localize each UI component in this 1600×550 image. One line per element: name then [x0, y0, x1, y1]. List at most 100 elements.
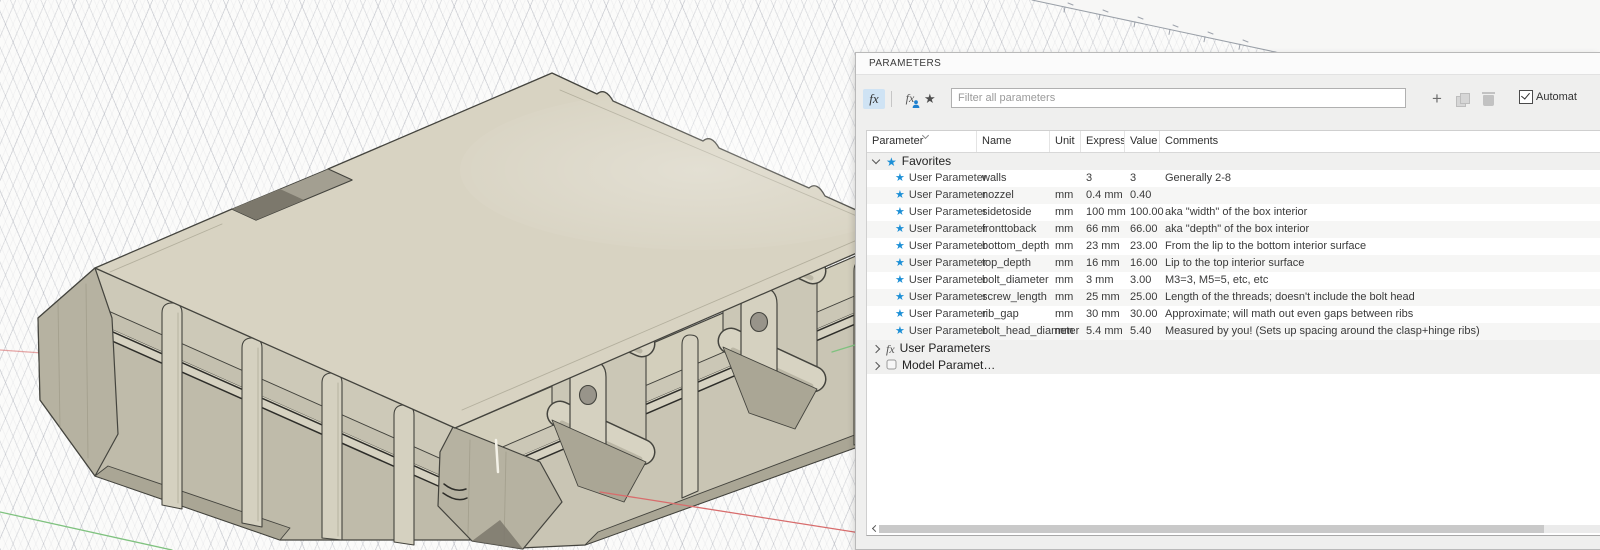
expression-cell[interactable]: 0.4 mm: [1081, 187, 1125, 204]
favorite-star-icon[interactable]: ★: [895, 170, 905, 187]
name-cell[interactable]: screw_length: [977, 289, 1050, 306]
value-cell: 23.00: [1125, 238, 1160, 255]
favorite-star-icon[interactable]: ★: [895, 204, 905, 221]
unit-cell: [1050, 170, 1081, 187]
param-row-fronttoback[interactable]: ★User Parameterfronttobackmm66 mm66.00ak…: [867, 221, 1600, 238]
expression-cell[interactable]: 5.4 mm: [1081, 323, 1125, 340]
column-header-name[interactable]: Name: [977, 131, 1050, 152]
column-header-value[interactable]: Value: [1125, 131, 1160, 152]
comments-cell[interactable]: Lip to the top interior surface: [1160, 255, 1600, 272]
toolbar-divider: [891, 91, 892, 107]
comments-cell[interactable]: Length of the threads; doesn't include t…: [1160, 289, 1600, 306]
scroll-left-arrow-icon[interactable]: [869, 524, 879, 533]
param-row-rib_gap[interactable]: ★User Parameterrib_gapmm30 mm30.00Approx…: [867, 306, 1600, 323]
panel-toolbar: fx fx ★ + Automat: [856, 86, 1600, 114]
comments-cell[interactable]: From the lip to the bottom interior surf…: [1160, 238, 1600, 255]
case-rib: [394, 405, 414, 545]
all-parameters-fx-button[interactable]: fx: [863, 89, 885, 109]
column-header-expression[interactable]: Expressio: [1081, 131, 1125, 152]
automatic-recompute-group: Automat: [1519, 90, 1577, 104]
favorites-filter-star-icon[interactable]: ★: [924, 89, 936, 109]
group-row-user-parameters[interactable]: fxUser Parameters: [867, 340, 1600, 357]
expression-cell[interactable]: 3 mm: [1081, 272, 1125, 289]
add-parameter-button[interactable]: +: [1432, 86, 1442, 112]
comments-cell[interactable]: Generally 2-8: [1160, 170, 1600, 187]
parameter-type-label: User Parameter: [909, 272, 987, 289]
column-header-unit[interactable]: Unit: [1050, 131, 1081, 152]
parameter-cell: ★User Parameter: [867, 204, 977, 221]
expression-cell[interactable]: 25 mm: [1081, 289, 1125, 306]
expression-cell[interactable]: 30 mm: [1081, 306, 1125, 323]
panel-title: PARAMETERS: [869, 58, 941, 69]
param-row-screw_length[interactable]: ★User Parameterscrew_lengthmm25 mm25.00L…: [867, 289, 1600, 306]
favorite-star-icon[interactable]: ★: [895, 238, 905, 255]
parameters-panel: PARAMETERS fx fx ★ + Automat Parameter N…: [855, 52, 1600, 550]
user-person-icon: [912, 100, 920, 108]
param-row-walls[interactable]: ★User Parameterwalls33Generally 2-8: [867, 170, 1600, 187]
user-parameter-fx-button[interactable]: fx: [899, 89, 921, 109]
comments-cell[interactable]: aka "depth" of the box interior: [1160, 221, 1600, 238]
param-row-sidetoside[interactable]: ★User Parametersidetosidemm100 mm100.00a…: [867, 204, 1600, 221]
name-cell[interactable]: top_depth: [977, 255, 1050, 272]
value-cell: 16.00: [1125, 255, 1160, 272]
expression-cell[interactable]: 16 mm: [1081, 255, 1125, 272]
name-cell[interactable]: bottom_depth: [977, 238, 1050, 255]
model-rugged-case[interactable]: [38, 73, 940, 549]
name-cell[interactable]: nozzel: [977, 187, 1050, 204]
comments-cell[interactable]: M3=3, M5=5, etc, etc: [1160, 272, 1600, 289]
copy-parameter-icon[interactable]: [1456, 93, 1470, 106]
panel-titlebar[interactable]: PARAMETERS: [856, 53, 1600, 75]
column-header-comments[interactable]: Comments: [1160, 131, 1600, 152]
filter-parameters-input[interactable]: [951, 88, 1406, 108]
parameter-type-label: User Parameter: [909, 306, 987, 323]
automatic-checkbox[interactable]: [1519, 90, 1533, 104]
chevron-right-icon[interactable]: [872, 361, 880, 369]
param-row-nozzel[interactable]: ★User Parameternozzelmm0.4 mm0.40: [867, 187, 1600, 204]
group-row-favorites[interactable]: ★Favorites: [867, 153, 1600, 170]
expression-cell[interactable]: 66 mm: [1081, 221, 1125, 238]
comments-cell[interactable]: Measured by you! (Sets up spacing around…: [1160, 323, 1600, 340]
param-row-bolt_head_diameter[interactable]: ★User Parameterbolt_head_diametermm5.4 m…: [867, 323, 1600, 340]
chevron-down-icon[interactable]: [872, 156, 880, 164]
model-cube-icon: [886, 359, 897, 372]
favorite-star-icon[interactable]: ★: [895, 187, 905, 204]
chevron-right-icon[interactable]: [872, 344, 880, 352]
scrollbar-track[interactable]: [1544, 525, 1600, 533]
param-row-top_depth[interactable]: ★User Parametertop_depthmm16 mm16.00Lip …: [867, 255, 1600, 272]
delete-parameter-icon[interactable]: [1483, 92, 1494, 106]
expression-cell[interactable]: 23 mm: [1081, 238, 1125, 255]
case-rib: [162, 303, 182, 509]
parameter-cell: ★User Parameter: [867, 187, 977, 204]
parameter-cell: ★User Parameter: [867, 323, 977, 340]
value-cell: 3: [1125, 170, 1160, 187]
name-cell[interactable]: bolt_diameter: [977, 272, 1050, 289]
parameter-cell: ★User Parameter: [867, 238, 977, 255]
unit-cell: mm: [1050, 204, 1081, 221]
name-cell[interactable]: fronttoback: [977, 221, 1050, 238]
favorite-star-icon[interactable]: ★: [895, 306, 905, 323]
comments-cell[interactable]: [1160, 187, 1600, 204]
horizontal-scrollbar[interactable]: [869, 524, 1600, 533]
expression-cell[interactable]: 3: [1081, 170, 1125, 187]
expression-cell[interactable]: 100 mm: [1081, 204, 1125, 221]
favorite-star-icon[interactable]: ★: [895, 323, 905, 340]
case-west-bumper: [38, 268, 118, 476]
automatic-checkbox-label: Automat: [1536, 91, 1577, 103]
comments-cell[interactable]: Approximate; will math out even gaps bet…: [1160, 306, 1600, 323]
comments-cell[interactable]: aka "width" of the box interior: [1160, 204, 1600, 221]
name-cell[interactable]: rib_gap: [977, 306, 1050, 323]
param-row-bolt_diameter[interactable]: ★User Parameterbolt_diametermm3 mm3.00M3…: [867, 272, 1600, 289]
unit-cell: mm: [1050, 238, 1081, 255]
unit-cell: mm: [1050, 187, 1081, 204]
group-row-model-paramet[interactable]: Model Paramet…: [867, 357, 1600, 374]
favorite-star-icon[interactable]: ★: [895, 272, 905, 289]
scrollbar-thumb[interactable]: [879, 525, 1544, 533]
name-cell[interactable]: sidetoside: [977, 204, 1050, 221]
favorite-star-icon[interactable]: ★: [895, 289, 905, 306]
unit-cell: mm: [1050, 306, 1081, 323]
name-cell[interactable]: bolt_head_diameter: [977, 323, 1050, 340]
name-cell[interactable]: walls: [977, 170, 1050, 187]
param-row-bottom_depth[interactable]: ★User Parameterbottom_depthmm23 mm23.00F…: [867, 238, 1600, 255]
favorite-star-icon[interactable]: ★: [895, 221, 905, 238]
favorite-star-icon[interactable]: ★: [895, 255, 905, 272]
